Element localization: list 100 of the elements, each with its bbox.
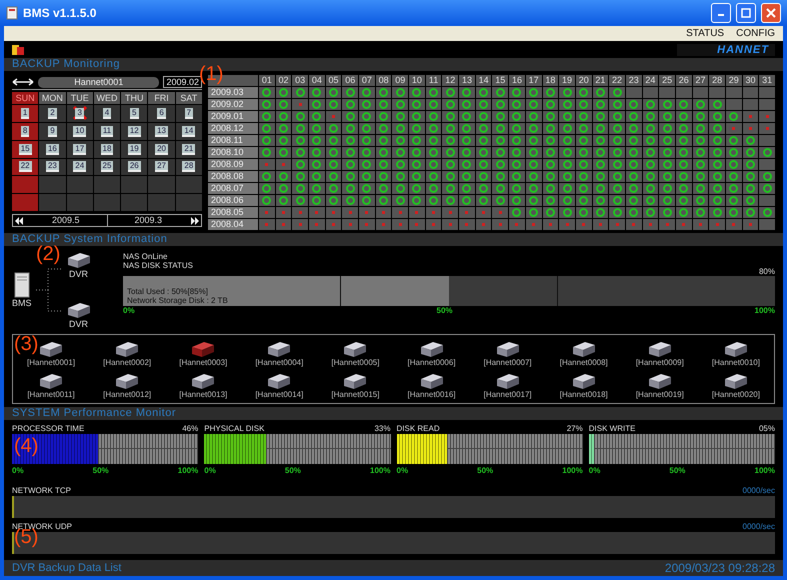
calendar-cell[interactable]: 27 — [148, 158, 175, 176]
total-used: Total Used : 50%[85%] — [127, 287, 209, 296]
server-icon — [14, 272, 30, 298]
weekday-header: SAT — [176, 92, 202, 104]
dvr-name[interactable]: [Hannet0009] — [636, 358, 684, 366]
calendar-cell[interactable]: 21 — [176, 140, 202, 158]
dvr-name[interactable]: [Hannet0019] — [636, 390, 684, 398]
callout-number: (3) — [14, 334, 38, 354]
timestamp: 2009/03/23 09:28:28 — [664, 561, 775, 575]
day-number: 7 — [184, 108, 194, 119]
close-button[interactable] — [761, 3, 781, 23]
previous-month[interactable]: 2009.5 — [25, 215, 106, 226]
calendar-cell[interactable]: 18 — [94, 140, 120, 158]
calendar-cell — [148, 176, 175, 194]
day-number: 13 — [155, 126, 168, 137]
dvr-name[interactable]: [Hannet0012] — [103, 390, 152, 398]
column-header: 24 — [642, 75, 658, 86]
dvr-name[interactable]: [Hannet0018] — [560, 390, 608, 398]
column-header: 27 — [692, 75, 708, 86]
calendar-cell[interactable]: 26 — [121, 158, 148, 176]
column-header: 13 — [459, 75, 475, 86]
calendar-cell[interactable]: 8 — [12, 122, 38, 140]
calendar-cell[interactable]: 4 — [94, 105, 120, 122]
tick-label: 100% — [754, 466, 775, 475]
calendar-cell[interactable]: 9 — [39, 122, 66, 140]
dvr-name[interactable]: [Hannet0014] — [255, 390, 304, 398]
arrows-icon[interactable] — [12, 78, 34, 86]
calendar-cell — [66, 194, 93, 211]
calendar-cell[interactable]: 15 — [12, 140, 38, 158]
calendar-cell[interactable]: 24 — [66, 158, 93, 176]
calendar-cell[interactable]: 23 — [39, 158, 66, 176]
day-number: 23 — [46, 161, 59, 172]
next-button[interactable] — [189, 216, 201, 224]
calendar-cell[interactable]: 13 — [148, 122, 175, 140]
calendar-cell[interactable]: 25 — [94, 158, 120, 176]
dvr-name[interactable]: [Hannet0008] — [560, 358, 608, 366]
column-header: 19 — [559, 75, 575, 86]
day-number: 25 — [100, 161, 114, 172]
minimize-button[interactable] — [711, 3, 731, 23]
dvr-name[interactable]: [Hannet0010] — [712, 358, 760, 366]
tick-label: 0% — [396, 466, 408, 475]
month-label: 2009.02 — [208, 99, 258, 110]
calendar-cell — [121, 176, 148, 194]
calendar-cell[interactable]: 28 — [176, 158, 202, 176]
dvr-label: DVR — [69, 269, 88, 279]
calendar-cell[interactable]: 19 — [121, 140, 148, 158]
calendar-cell[interactable]: 6 — [148, 105, 175, 122]
day-number: 5 — [130, 108, 138, 119]
dvr-name[interactable]: [Hannet0004] — [255, 358, 304, 366]
meter-label: PROCESSOR TIME — [12, 424, 84, 434]
maximize-button[interactable] — [736, 3, 756, 23]
month-label: 2008.05 — [208, 207, 258, 218]
day-number: 22 — [18, 161, 32, 172]
column-header: 21 — [592, 75, 608, 86]
day-number: 9 — [48, 126, 57, 137]
dvr-name[interactable]: [Hannet0011] — [27, 390, 75, 398]
calendar-cell[interactable]: 17 — [66, 140, 93, 158]
dvr-name[interactable]: [Hannet0017] — [484, 390, 532, 398]
calendar-cell[interactable]: 5 — [121, 105, 148, 122]
previous-button[interactable] — [13, 216, 25, 224]
meter-reading: 27% — [566, 424, 583, 434]
tick-label: 0% — [588, 466, 600, 475]
dvr-name[interactable]: [Hannet0001] — [27, 358, 76, 366]
calendar-cell[interactable]: 11 — [94, 122, 120, 140]
menu-item[interactable]: CONFIG — [736, 28, 775, 39]
calendar-cell[interactable]: 20 — [148, 140, 175, 158]
dvr-name[interactable]: [Hannet0020] — [712, 390, 760, 398]
column-header: 22 — [609, 75, 625, 86]
dvr-name[interactable]: [Hannet0006] — [408, 358, 456, 366]
column-header: 15 — [492, 75, 508, 86]
calendar-cell[interactable]: 7 — [176, 105, 202, 122]
device-dropdown[interactable]: Hannet0001 — [38, 76, 160, 88]
dvr-name[interactable]: [Hannet0015] — [331, 390, 380, 398]
dvr-name[interactable]: [Hannet0007] — [484, 358, 532, 366]
calendar-cell[interactable]: 14 — [176, 122, 202, 140]
column-header: 11 — [426, 75, 442, 86]
next-month[interactable]: 2009.3 — [106, 215, 189, 226]
dvr-name[interactable]: [Hannet0013] — [179, 390, 228, 398]
calendar-cell[interactable]: 2 — [39, 105, 66, 122]
folder-icon[interactable] — [12, 44, 24, 56]
calendar-cell[interactable]: 12 — [121, 122, 148, 140]
calendar-cell[interactable]: 3 — [66, 105, 93, 122]
calendar-cell[interactable]: 10 — [66, 122, 93, 140]
grid-cell — [726, 87, 742, 98]
meter-reading: 46% — [182, 424, 198, 434]
dvr-name[interactable]: [Hannet0005] — [331, 358, 380, 366]
calendar-cell[interactable]: 16 — [39, 140, 66, 158]
dvr-name[interactable]: [Hannet0002] — [103, 358, 152, 366]
column-header: 04 — [309, 75, 325, 86]
calendar-cell[interactable]: 22 — [12, 158, 38, 176]
column-header: 28 — [709, 75, 725, 86]
column-header: 30 — [742, 75, 758, 86]
calendar-cell[interactable]: 1 — [12, 105, 38, 122]
dvr-name[interactable]: [Hannet0003] — [179, 358, 228, 366]
month-selector[interactable]: 2009.02 — [163, 76, 202, 88]
column-header: 29 — [726, 75, 742, 86]
dvr-name[interactable]: [Hannet0016] — [408, 390, 456, 398]
weekday-header: THU — [121, 92, 148, 104]
meter-reading: 05% — [758, 424, 775, 434]
menu-item[interactable]: STATUS — [686, 28, 724, 39]
